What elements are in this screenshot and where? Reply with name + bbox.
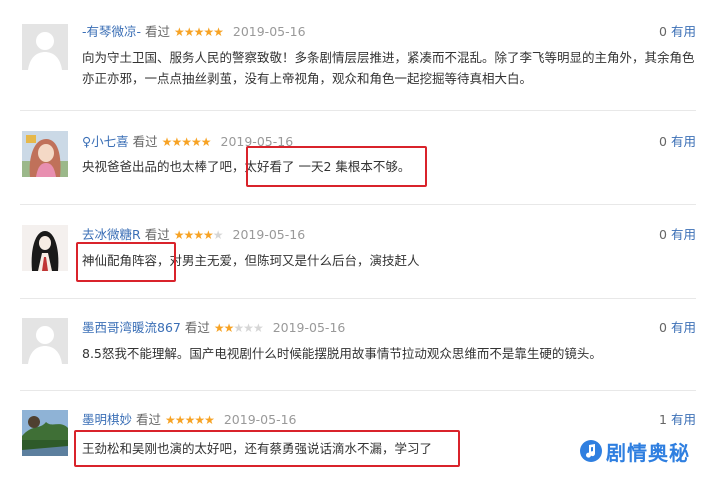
- star-filled-icon: ★: [165, 413, 176, 427]
- default-avatar-icon: [22, 24, 68, 70]
- comment-date: 2019-05-16: [272, 320, 346, 335]
- star-filled-icon: ★: [190, 135, 202, 149]
- watched-label: 看过: [144, 227, 170, 242]
- star-filled-icon: ★: [171, 135, 182, 149]
- avatar[interactable]: [22, 410, 68, 456]
- star-rating: ★★★★★: [161, 135, 212, 149]
- username-link[interactable]: ♀小七喜: [82, 134, 129, 149]
- avatar[interactable]: [22, 225, 68, 271]
- useful-button[interactable]: 有用: [671, 227, 696, 242]
- comment-header: 墨西哥湾暖流867 看过 ★★★★★ 2019-05-16: [82, 319, 345, 337]
- useful-count: 0: [659, 320, 667, 335]
- username-link[interactable]: 去冰微糖R: [82, 227, 141, 242]
- star-filled-icon: ★: [173, 228, 185, 242]
- star-filled-icon: ★: [181, 135, 192, 149]
- useful-vote[interactable]: 0 有用: [659, 319, 696, 337]
- star-filled-icon: ★: [223, 321, 235, 335]
- divider: [20, 110, 696, 111]
- comment-date: 2019-05-16: [232, 227, 306, 242]
- useful-count: 1: [659, 412, 667, 427]
- star-filled-icon: ★: [213, 25, 224, 39]
- useful-count: 0: [659, 134, 667, 149]
- star-filled-icon: ★: [193, 228, 204, 242]
- star-empty-icon: ★: [243, 321, 254, 335]
- avatar[interactable]: [22, 131, 68, 177]
- username-link[interactable]: 墨明棋妙: [82, 412, 132, 427]
- comment-header: 墨明棋妙 看过 ★★★★★ 2019-05-16: [82, 411, 297, 429]
- highlight-box: [246, 146, 427, 187]
- watermark-text: 剧情奥秘: [606, 440, 690, 465]
- star-filled-icon: ★: [194, 413, 205, 427]
- star-filled-icon: ★: [184, 413, 196, 427]
- highlight-box: [76, 242, 176, 282]
- star-filled-icon: ★: [174, 413, 186, 427]
- avatar[interactable]: [22, 318, 68, 364]
- watched-label: 看过: [132, 134, 158, 149]
- avatar[interactable]: [22, 24, 68, 70]
- star-filled-icon: ★: [174, 25, 185, 39]
- star-rating: ★★★★★: [213, 321, 264, 335]
- watched-label: 看过: [136, 412, 162, 427]
- star-filled-icon: ★: [204, 413, 215, 427]
- useful-vote[interactable]: 0 有用: [659, 133, 696, 151]
- watched-label: 看过: [184, 320, 210, 335]
- watched-label: 看过: [145, 24, 171, 39]
- star-empty-icon: ★: [252, 321, 264, 335]
- default-avatar-icon: [22, 318, 68, 364]
- useful-button[interactable]: 有用: [671, 24, 696, 39]
- star-filled-icon: ★: [203, 25, 214, 39]
- useful-count: 0: [659, 24, 667, 39]
- useful-button[interactable]: 有用: [671, 134, 696, 149]
- ink-girl-avatar-icon: [22, 225, 68, 271]
- useful-vote[interactable]: 0 有用: [659, 226, 696, 244]
- music-note-icon: [580, 440, 602, 462]
- comment-date: 2019-05-16: [232, 24, 306, 39]
- divider: [20, 390, 696, 391]
- star-filled-icon: ★: [200, 135, 212, 149]
- divider: [20, 298, 696, 299]
- comment-text: 向为守土卫国、服务人民的警察致敬！多条剧情层层推进，紧凑而不混乱。除了李飞等明显…: [82, 50, 695, 86]
- useful-count: 0: [659, 227, 667, 242]
- useful-button[interactable]: 有用: [671, 320, 696, 335]
- star-rating: ★★★★★: [173, 228, 224, 242]
- star-empty-icon: ★: [212, 228, 224, 242]
- star-filled-icon: ★: [203, 228, 214, 242]
- divider: [20, 204, 696, 205]
- star-rating: ★★★★★: [174, 25, 224, 39]
- star-rating: ★★★★★: [165, 413, 215, 427]
- landscape-avatar-icon: [22, 410, 68, 456]
- comment-date: 2019-05-16: [223, 412, 297, 427]
- useful-button[interactable]: 有用: [671, 412, 696, 427]
- highlight-box: [74, 430, 460, 467]
- star-filled-icon: ★: [213, 321, 225, 335]
- watermark: 剧情奥秘: [579, 434, 690, 468]
- username-link[interactable]: -有琴微凉-: [82, 24, 141, 39]
- useful-vote[interactable]: 0 有用: [659, 23, 696, 41]
- star-empty-icon: ★: [233, 321, 244, 335]
- comment-header: -有琴微凉- 看过 ★★★★★ 2019-05-16: [82, 23, 306, 41]
- username-link[interactable]: 墨西哥湾暖流867: [82, 320, 181, 335]
- anime-girl-avatar-icon: [22, 131, 68, 177]
- comment-text: 8.5怒我不能理解。国产电视剧什么时候能摆脱用故事情节拉动观众思维而不是靠生硬的…: [82, 346, 602, 361]
- star-filled-icon: ★: [183, 25, 195, 39]
- star-filled-icon: ★: [183, 228, 194, 242]
- star-filled-icon: ★: [193, 25, 205, 39]
- star-filled-icon: ★: [161, 135, 173, 149]
- useful-vote[interactable]: 1 有用: [659, 411, 696, 429]
